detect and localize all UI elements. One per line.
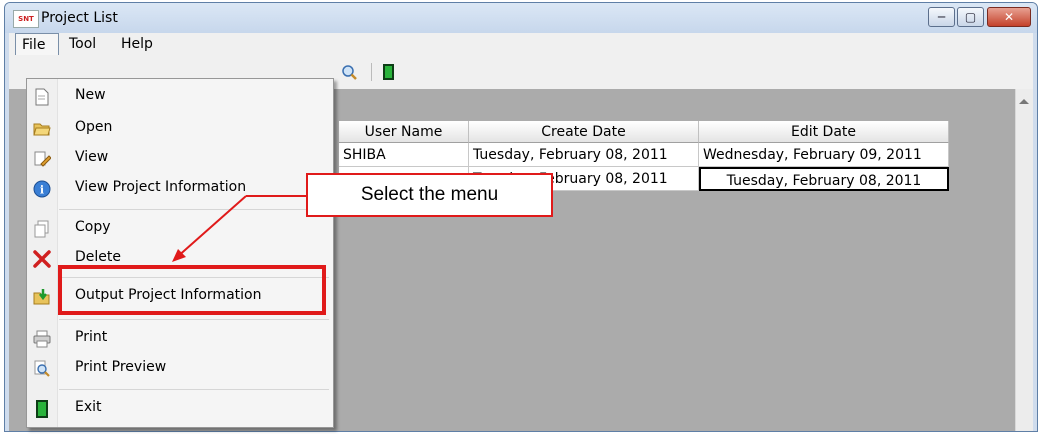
callout-label: Select the menu bbox=[306, 173, 553, 217]
annotation-arrow bbox=[172, 195, 306, 262]
